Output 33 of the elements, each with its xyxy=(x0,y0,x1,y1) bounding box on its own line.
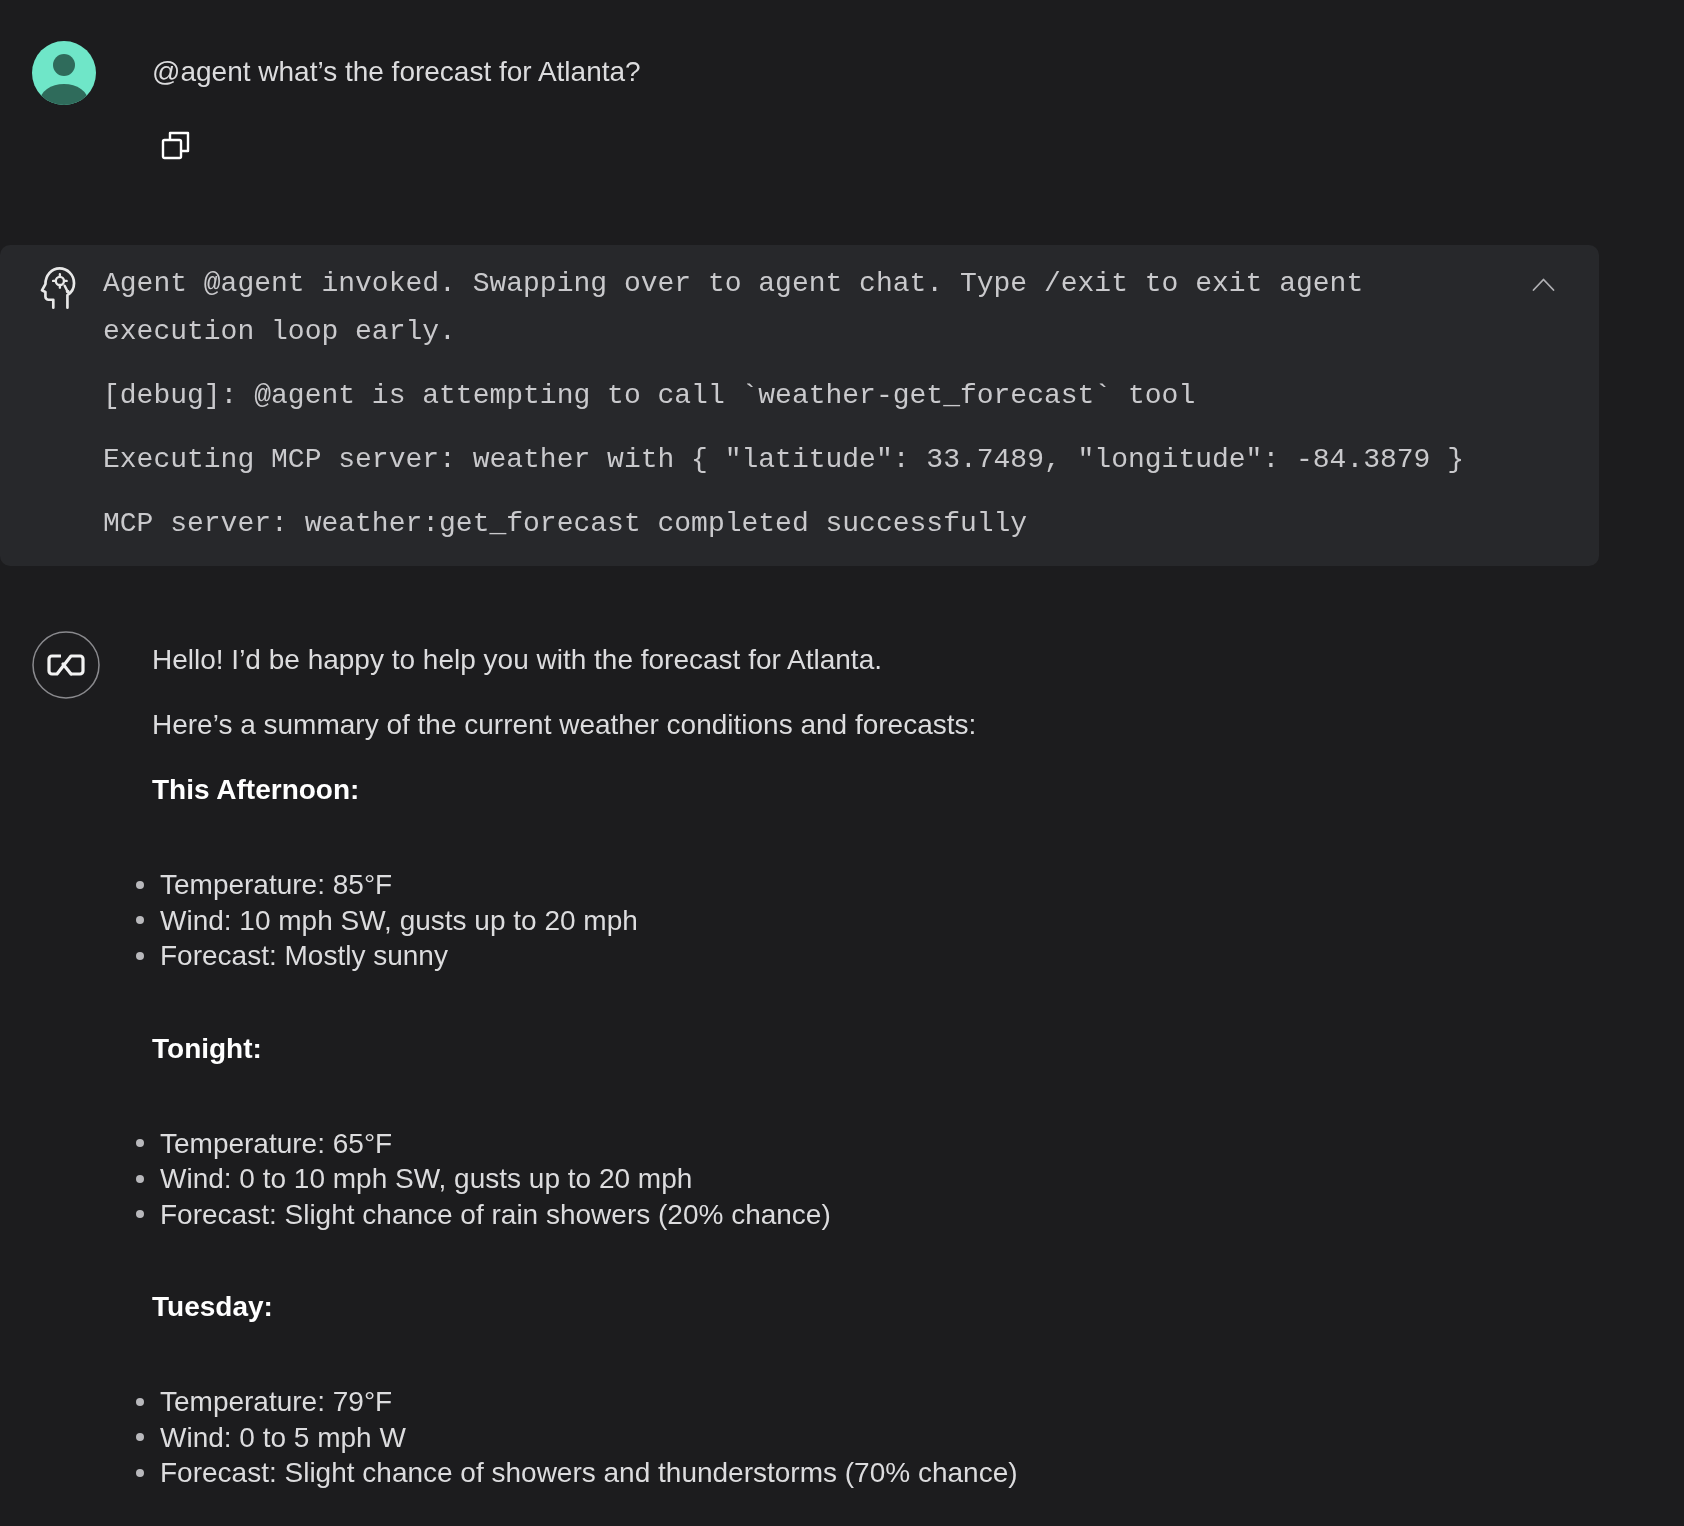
bullet-icon xyxy=(136,1174,144,1183)
user-message: @agent what’s the forecast for Atlanta? xyxy=(152,55,641,89)
bullet-icon xyxy=(136,1468,144,1477)
bullet-icon xyxy=(136,916,144,925)
bullet-icon xyxy=(136,880,144,889)
section-heading: Tonight: xyxy=(152,1031,263,1066)
section-heading: This Afternoon: xyxy=(152,773,361,807)
chevron-icon[interactable] xyxy=(1532,277,1555,292)
list-item-text: Forecast: Mostly sunny xyxy=(160,939,448,973)
message-paragraph: Hello! I’d be happy to help you with the forecast for Atlanta. xyxy=(152,643,883,677)
copy-icon[interactable] xyxy=(161,131,190,160)
head-gear-icon xyxy=(39,266,77,310)
list-item-text: Wind: 0 to 5 mph W xyxy=(160,1420,406,1455)
list-item-text: Wind: 0 to 10 mph SW, gusts up to 20 mph xyxy=(160,1162,693,1196)
list-item-text: Forecast: Slight chance of showers and thunderstorms (70% chance) xyxy=(160,1456,1018,1490)
section-heading: Tuesday: xyxy=(152,1290,274,1324)
log-line: Agent @agent invoked. Swapping over to agent chat. Type /exit to exit agent execution loop early. xyxy=(103,267,1365,349)
list-item-text: Forecast: Slight chance of rain showers (20% chance) xyxy=(160,1197,831,1232)
list-item-text: Wind: 10 mph SW, gusts up to 20 mph xyxy=(160,903,638,938)
bullet-icon xyxy=(136,951,144,960)
bot-logo-icon xyxy=(32,631,100,699)
log-line: [debug]: @agent is attempting to call `weather-get_forecast` tool xyxy=(102,379,1197,413)
bullet-icon xyxy=(136,1433,144,1442)
bullet-icon xyxy=(136,1210,144,1219)
user-avatar-icon xyxy=(32,41,96,105)
list-item-text: Temperature: 65°F xyxy=(160,1126,393,1161)
log-line: MCP server: weather:get_forecast completed successfully xyxy=(102,507,1029,541)
message-paragraph: Here’s a summary of the current weather conditions and forecasts: xyxy=(152,708,978,742)
list-item-text: Temperature: 85°F xyxy=(160,868,393,902)
list-item-text: Temperature: 79°F xyxy=(160,1385,393,1419)
bullet-icon xyxy=(136,1139,144,1148)
bullet-icon xyxy=(136,1397,144,1406)
log-line: Executing MCP server: weather with { "latitude": 33.7489, "longitude": -84.3879 } xyxy=(102,443,1466,477)
